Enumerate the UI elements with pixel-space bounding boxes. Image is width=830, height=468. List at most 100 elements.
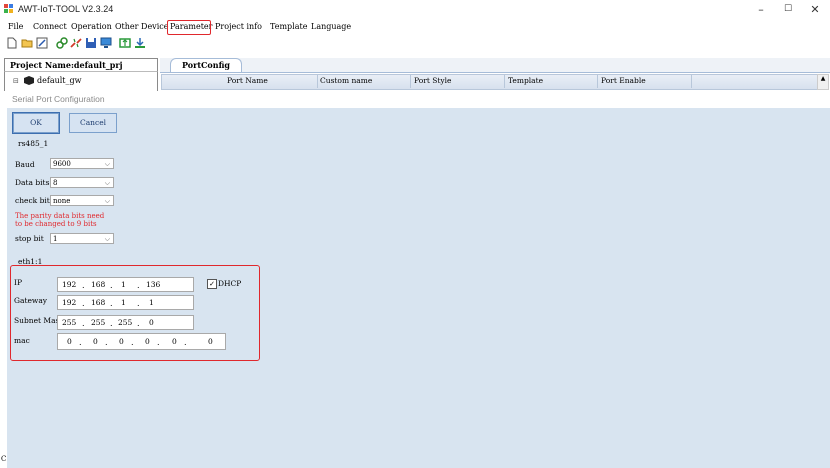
title-bar [0,0,830,19]
gateway-octet: 168 [91,298,106,307]
monitor-icon[interactable] [100,37,112,49]
mac-separator: . [157,338,160,347]
mac-octet: 0 [145,337,150,346]
menu-template[interactable]: Template [270,22,307,31]
column-port-style[interactable]: Port Style [414,76,451,85]
check-bit-select[interactable]: none ⌵ [50,195,114,206]
edit-icon[interactable] [36,37,48,49]
menu-operation[interactable]: Operation [71,22,112,31]
gateway-cube-icon [24,76,34,85]
left-edge-label: C [1,455,7,463]
gateway-octet: 1 [121,298,126,307]
subnet-octet: 255 [91,318,106,327]
parameter-highlight-box [167,20,211,35]
subnet-octet: 255 [118,318,133,327]
data-bits-label: Data bits [15,178,50,187]
window-title: AWT-IoT-TOOL V2.3.24 [18,4,114,14]
maximize-button[interactable]: ☐ [773,0,803,19]
dialog-titlebar [0,91,830,108]
tree-collapse-icon[interactable]: ⊟ [13,77,19,85]
check-bit-value: none [53,197,71,205]
mac-separator: . [131,338,134,347]
baud-value: 9600 [53,160,71,168]
data-bits-select[interactable]: 8 ⌵ [50,177,114,188]
gateway-separator: . [82,299,85,308]
project-name-label: Project Name:default_prj [10,60,123,70]
mac-label: mac [14,336,30,345]
menu-language[interactable]: Language [311,22,351,31]
parity-warning-line2: to be changed to 9 bits [15,220,97,228]
menu-other-device[interactable]: Other Device [115,22,168,31]
column-custom-name[interactable]: Custom name [320,76,372,85]
new-file-icon[interactable] [6,37,18,49]
left-edge-panel [0,108,7,468]
stop-bit-select[interactable]: 1 ⌵ [50,233,114,244]
subnet-octet: 0 [149,318,154,327]
mac-octet: 0 [172,337,177,346]
tab-strip [160,58,830,73]
ip-octet: 192 [62,280,77,289]
column-divider [504,74,505,88]
port-name-label: rs485_1 [18,139,49,148]
upload-icon[interactable] [119,37,131,49]
ip-octet: 136 [146,280,161,289]
stop-bit-value: 1 [53,235,58,243]
mac-separator: . [184,338,187,347]
dhcp-checkbox[interactable]: ✓ [207,279,217,289]
check-bit-label: check bit [15,196,50,205]
subnet-separator: . [82,319,85,328]
tree-item-gateway[interactable]: default_gw [37,76,81,85]
ip-octet: 1 [121,280,126,289]
ip-separator: . [82,281,85,290]
gateway-octet: 192 [62,298,77,307]
gateway-octet: 1 [149,298,154,307]
subnet-separator: . [137,319,140,328]
minimize-button[interactable]: – [746,0,776,19]
subnet-separator: . [110,319,113,328]
column-divider [317,74,318,88]
mac-octet: 0 [119,337,124,346]
column-port-name[interactable]: Port Name [227,76,268,85]
column-divider [410,74,411,88]
stop-bit-label: stop bit [15,234,44,243]
disconnect-icon[interactable] [70,37,82,49]
column-template[interactable]: Template [508,76,543,85]
connect-icon[interactable] [56,37,68,49]
ip-octet: 168 [91,280,106,289]
menu-file[interactable]: File [8,22,23,31]
dhcp-label: DHCP [218,279,242,288]
chevron-down-icon: ⌵ [104,160,110,168]
parity-warning-line1: The parity data bits need [15,212,105,220]
tab-portconfig[interactable]: PortConfig [170,58,242,72]
mac-address-input[interactable] [57,333,226,350]
cancel-button[interactable]: Cancel [69,113,117,133]
download-icon[interactable] [134,37,146,49]
baud-select[interactable]: 9600 ⌵ [50,158,114,169]
grid-scroll-up-icon[interactable]: ▲ [817,74,829,90]
save-icon[interactable] [85,37,97,49]
chevron-down-icon: ⌵ [104,179,110,187]
mac-octet: 0 [208,337,213,346]
gateway-label: Gateway [14,296,48,305]
column-divider [691,74,692,88]
mac-separator: . [105,338,108,347]
chevron-down-icon: ⌵ [104,235,110,243]
subnet-octet: 255 [62,318,77,327]
column-port-enable[interactable]: Port Enable [601,76,646,85]
data-bits-value: 8 [53,179,58,187]
menu-connect[interactable]: Connect [33,22,67,31]
mac-octet: 0 [93,337,98,346]
close-button[interactable]: ✕ [800,0,830,19]
baud-label: Baud [15,160,35,169]
gateway-separator: . [110,299,113,308]
column-divider [597,74,598,88]
ip-label: IP [14,278,23,287]
ok-button[interactable]: OK [12,112,60,134]
ip-separator: . [137,281,140,290]
dialog-title: Serial Port Configuration [12,94,105,104]
menu-project-info[interactable]: Project info [215,22,262,31]
ip-separator: . [110,281,113,290]
chevron-down-icon: ⌵ [104,197,110,205]
app-logo-icon [4,4,13,13]
open-folder-icon[interactable] [21,37,33,49]
